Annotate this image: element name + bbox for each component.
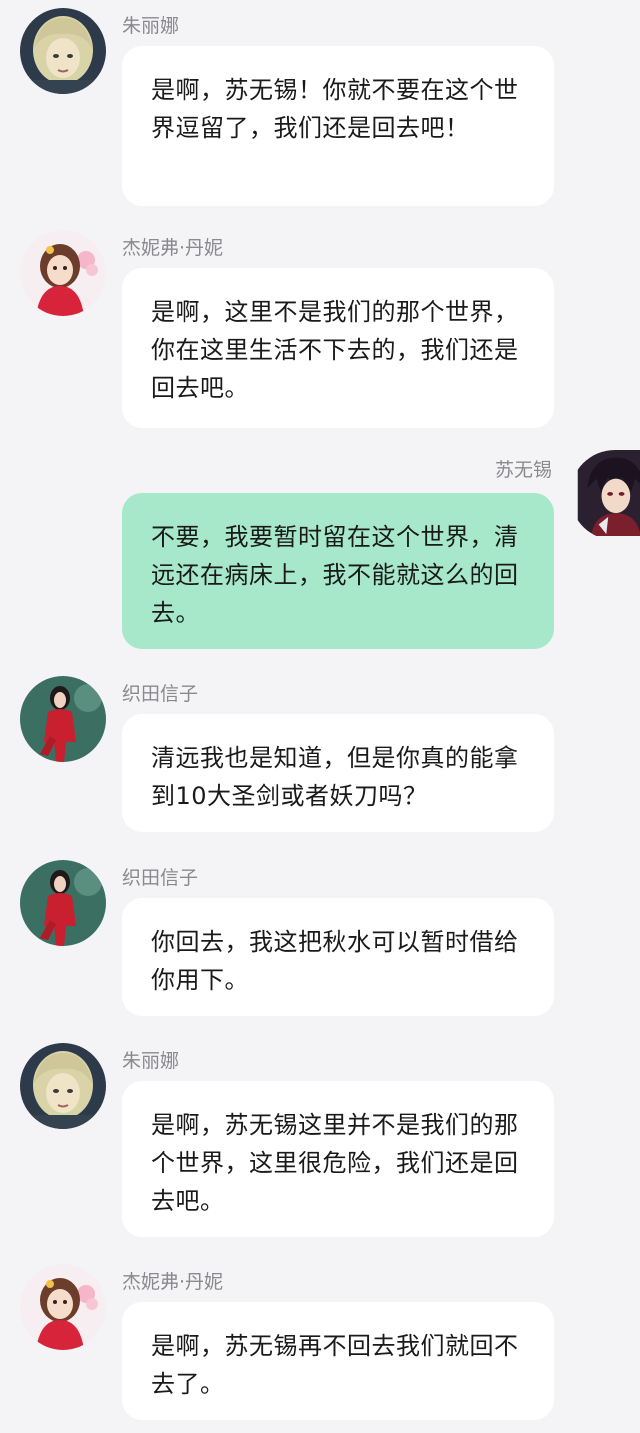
sender-name: 苏无锡	[494, 459, 552, 481]
zhulina-avatar-icon[interactable]	[20, 1043, 106, 1129]
jennifer-avatar-icon[interactable]	[20, 230, 106, 316]
sender-name: 朱丽娜	[122, 1050, 180, 1072]
message-bubble[interactable]: 不要，我要暂时留在这个世界，清远还在病床上，我不能就这么的回去。	[122, 493, 554, 649]
zhulina-avatar-icon[interactable]	[20, 8, 106, 94]
message-bubble[interactable]: 清远我也是知道，但是你真的能拿到10大圣剑或者妖刀吗？	[122, 714, 554, 832]
jennifer-avatar-icon[interactable]	[20, 1264, 106, 1350]
sender-name: 杰妮弗·丹妮	[122, 1271, 224, 1293]
suwuxi-avatar-icon[interactable]	[570, 450, 640, 540]
sender-name: 织田信子	[122, 683, 199, 705]
message-bubble[interactable]: 是啊，这里不是我们的那个世界，你在这里生活不下去的，我们还是回去吧。	[122, 268, 554, 428]
message-bubble[interactable]: 是啊，苏无锡！你就不要在这个世界逗留了，我们还是回去吧！	[122, 46, 554, 206]
oda-nobuko-avatar-icon[interactable]	[20, 676, 106, 762]
sender-name: 杰妮弗·丹妮	[122, 237, 224, 259]
sender-name: 朱丽娜	[122, 15, 180, 37]
oda-nobuko-avatar-icon[interactable]	[20, 860, 106, 946]
message-bubble[interactable]: 是啊，苏无锡这里并不是我们的那个世界，这里很危险，我们还是回去吧。	[122, 1081, 554, 1237]
message-bubble[interactable]: 是啊，苏无锡再不回去我们就回不去了。	[122, 1302, 554, 1420]
sender-name: 织田信子	[122, 867, 199, 889]
message-bubble[interactable]: 你回去，我这把秋水可以暂时借给你用下。	[122, 898, 554, 1016]
